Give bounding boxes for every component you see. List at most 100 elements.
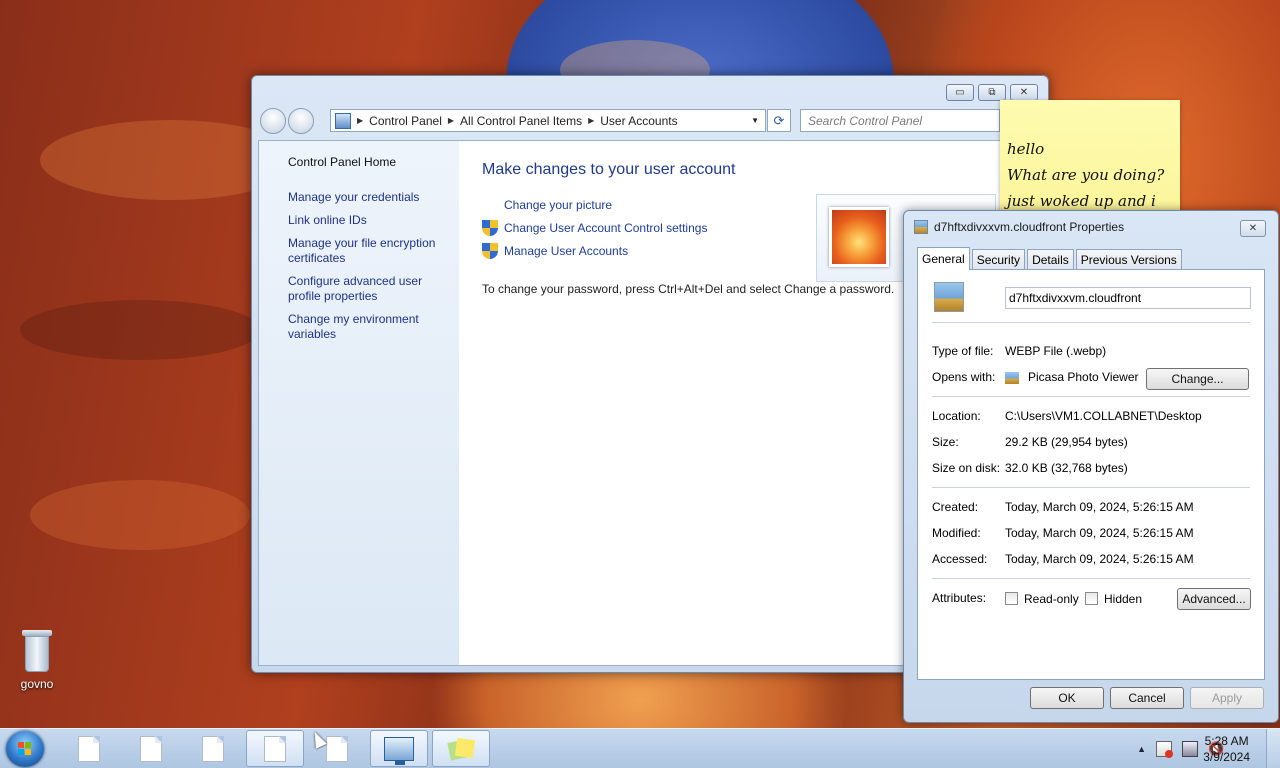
close-button[interactable]: ✕ (1010, 84, 1038, 101)
divider (932, 322, 1250, 323)
windows-logo-icon (18, 742, 32, 756)
sticky-line: What are you doing? (1007, 166, 1165, 184)
size-value: 29.2 KB (29,954 bytes) (1005, 435, 1128, 449)
tab-general[interactable]: General (917, 247, 970, 270)
minimize-button[interactable]: ▭ (946, 84, 974, 101)
hidden-checkbox[interactable] (1085, 592, 1098, 605)
show-hidden-icons-icon[interactable]: ▲ (1137, 744, 1146, 754)
opens-label: Opens with: (932, 370, 996, 384)
type-value: WEBP File (.webp) (1005, 344, 1107, 358)
refresh-button[interactable]: ⟳ (767, 109, 791, 132)
divider (932, 396, 1250, 397)
sidebar-item-profile[interactable]: Configure advanced user profile properti… (288, 274, 449, 304)
action-center-icon[interactable] (1156, 741, 1173, 758)
control-panel-icon (384, 736, 414, 765)
tab-strip: General Security Details Previous Versio… (917, 247, 1184, 270)
sidebar-item-home[interactable]: Control Panel Home (288, 155, 449, 170)
rock-streak (20, 300, 260, 360)
start-button[interactable] (6, 731, 44, 767)
created-label: Created: (932, 500, 979, 514)
uac-shield-icon (482, 242, 498, 259)
sticky-notes-icon (447, 737, 476, 761)
readonly-label: Read-only (1024, 592, 1079, 606)
document-icon (202, 735, 224, 762)
taskbar-document-button[interactable] (122, 730, 180, 767)
recycle-bin[interactable]: govno (14, 630, 60, 691)
address-row: ▶ Control Panel ▶ All Control Panel Item… (260, 108, 1040, 134)
type-label: Type of file: (932, 344, 994, 358)
divider (932, 487, 1250, 488)
recycle-bin-label: govno (20, 677, 54, 691)
rock-streak (30, 480, 250, 550)
window-controls: ▭ ⧉ ✕ (946, 84, 1038, 101)
size-disk-row: Size on disk: 32.0 KB (32,768 bytes) (932, 461, 1250, 477)
type-row: Type of file: WEBP File (.webp) (932, 344, 1250, 360)
control-panel-icon (335, 112, 351, 129)
document-icon (264, 735, 286, 762)
size-disk-label: Size on disk: (932, 461, 1001, 475)
network-icon[interactable] (1182, 741, 1198, 757)
document-icon (326, 735, 348, 762)
document-icon (140, 735, 162, 762)
refresh-icon: ⟳ (773, 112, 785, 128)
location-row: Location: C:\Users\VM1.COLLABNET\Desktop (932, 409, 1250, 425)
taskbar: ▲ 🔇 5:28 AM 3/9/2024 (0, 728, 1280, 768)
tab-previous-versions[interactable]: Previous Versions (1075, 249, 1182, 269)
dialog-close-button[interactable]: ✕ (1240, 220, 1266, 237)
modified-row: Modified: Today, March 09, 2024, 5:26:15… (932, 526, 1250, 542)
divider (932, 578, 1250, 579)
location-value: C:\Users\VM1.COLLABNET\Desktop (1005, 409, 1202, 423)
properties-dialog: d7hftxdivxxvm.cloudfront Properties ✕ Ge… (903, 210, 1279, 723)
recycle-bin-icon (20, 630, 54, 674)
maximize-button[interactable]: ⧉ (978, 84, 1006, 101)
apply-button[interactable]: Apply (1190, 687, 1264, 709)
opens-value: Picasa Photo Viewer (1028, 370, 1139, 384)
cancel-button[interactable]: Cancel (1110, 687, 1184, 709)
ok-button[interactable]: OK (1030, 687, 1104, 709)
tab-security[interactable]: Security (971, 249, 1026, 269)
breadcrumb-separator-icon: ▶ (588, 116, 595, 125)
sidebar-item-online-ids[interactable]: Link online IDs (288, 213, 449, 228)
advanced-button[interactable]: Advanced... (1177, 588, 1251, 610)
hidden-label: Hidden (1104, 592, 1143, 606)
taskbar-document-button[interactable] (184, 730, 242, 767)
uac-settings-label: Change User Account Control settings (504, 220, 708, 235)
tab-details[interactable]: Details (1027, 249, 1074, 269)
sticky-line: hello (1007, 140, 1045, 158)
sidebar-item-environment[interactable]: Change my environment variables (288, 312, 449, 342)
breadcrumb-control-panel[interactable]: Control Panel (369, 114, 442, 128)
taskbar-document-button[interactable] (60, 730, 118, 767)
location-label: Location: (932, 409, 981, 423)
chevron-down-icon[interactable]: ▼ (751, 116, 759, 125)
breadcrumb-user-accounts[interactable]: User Accounts (600, 114, 677, 128)
taskbar-control-panel-button[interactable] (370, 730, 428, 767)
accessed-value: Today, March 09, 2024, 5:26:15 AM (1005, 552, 1194, 566)
image-file-icon (934, 282, 964, 312)
taskbar-document-button[interactable] (246, 730, 304, 767)
sidebar-item-credentials[interactable]: Manage your credentials (288, 190, 449, 205)
sidebar-item-encryption[interactable]: Manage your file encryption certificates (288, 236, 449, 266)
size-label: Size: (932, 435, 959, 449)
show-desktop-button[interactable] (1266, 729, 1280, 768)
address-bar[interactable]: ▶ Control Panel ▶ All Control Panel Item… (330, 109, 766, 132)
size-disk-value: 32.0 KB (32,768 bytes) (1005, 461, 1128, 475)
created-row: Created: Today, March 09, 2024, 5:26:15 … (932, 500, 1250, 516)
breadcrumb-all-items[interactable]: All Control Panel Items (460, 114, 582, 128)
file-name-field[interactable]: d7hftxdivxxvm.cloudfront (1005, 287, 1251, 309)
readonly-checkbox[interactable] (1005, 592, 1018, 605)
dialog-title: d7hftxdivxxvm.cloudfront Properties (934, 220, 1125, 234)
picasa-icon (1005, 372, 1019, 384)
taskbar-sticky-notes-button[interactable] (432, 730, 490, 767)
search-input[interactable]: Search Control Panel (800, 109, 1000, 132)
sticky-note[interactable]: hello What are you doing? just woked up … (1000, 100, 1180, 218)
sidebar: Control Panel Home Manage your credentia… (259, 141, 459, 665)
clock-date: 3/9/2024 (1203, 750, 1250, 764)
change-button[interactable]: Change... (1146, 368, 1249, 390)
modified-value: Today, March 09, 2024, 5:26:15 AM (1005, 526, 1194, 540)
back-button[interactable] (260, 108, 286, 134)
forward-button[interactable] (288, 108, 314, 134)
clock[interactable]: 5:28 AM 3/9/2024 (1203, 733, 1250, 765)
accessed-row: Accessed: Today, March 09, 2024, 5:26:15… (932, 552, 1250, 568)
page-title: Make changes to your user account (482, 161, 736, 178)
avatar[interactable] (829, 207, 889, 267)
